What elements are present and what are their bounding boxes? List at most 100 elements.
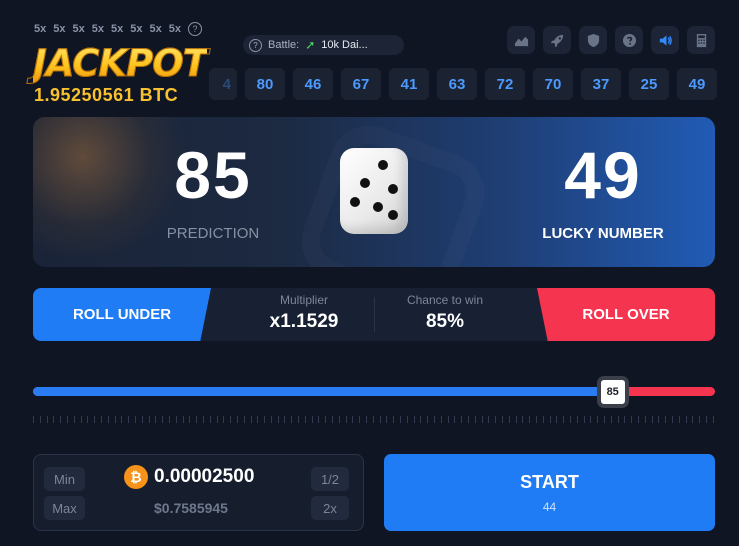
slider-tick [379, 416, 381, 423]
slider-tick [264, 416, 266, 423]
shield-icon [587, 33, 599, 47]
roll-history: 4 80 46 67 41 63 72 70 37 25 49 [209, 68, 717, 100]
slider-tick [535, 416, 537, 423]
slider-tick [359, 416, 361, 423]
roll-under-button[interactable]: ROLL UNDER [33, 288, 211, 341]
toolbar [507, 26, 715, 54]
slider-tick [87, 416, 89, 423]
bet-amount-value[interactable]: 0.00002500 [154, 466, 254, 488]
slider-tick [440, 416, 442, 423]
jackpot-logo: JACKPOT [33, 42, 209, 86]
help-button[interactable] [615, 26, 643, 54]
slider-tick [393, 416, 395, 423]
slider-tick [141, 416, 143, 423]
turbo-button[interactable] [543, 26, 571, 54]
slider-tick [529, 416, 531, 423]
slider-tick [508, 416, 510, 423]
start-button[interactable]: START 44 [384, 454, 715, 531]
history-item: 70 [533, 68, 573, 100]
sound-button[interactable] [651, 26, 679, 54]
jackpot-help-icon[interactable]: ? [188, 22, 202, 36]
slider-tick [128, 416, 130, 423]
slider-tick [678, 416, 680, 423]
history-item: 80 [245, 68, 285, 100]
slider-tick [427, 416, 429, 423]
slider-tick [216, 416, 218, 423]
chance-stat: Chance to win 85% [370, 293, 520, 333]
chart-icon [514, 36, 528, 46]
slider-tick [515, 416, 517, 423]
slider-tick [597, 416, 599, 423]
slider-tick [590, 416, 592, 423]
slider-tick [284, 416, 286, 423]
slider-tick [189, 416, 191, 423]
multiplier-label: Multiplier [279, 293, 328, 307]
multiplier-chip: 5x [72, 23, 85, 35]
slider-tick [481, 416, 483, 423]
slider-tick [658, 416, 660, 423]
chance-label: Chance to win [406, 293, 484, 307]
prediction-value: 85 [174, 138, 252, 212]
max-bet-button[interactable]: Max [44, 496, 85, 520]
stats-button[interactable] [507, 26, 535, 54]
dice-pip [388, 210, 398, 220]
slider-tick [488, 416, 490, 423]
slider-tick [352, 416, 354, 423]
bet-amount-box[interactable]: Min Max ₿ 0.00002500 $0.7585945 1/2 2x [33, 454, 364, 531]
slider-tick [637, 416, 639, 423]
calculator-icon [696, 33, 706, 47]
slider-tick [447, 416, 449, 423]
multiplier-chip: 5x [53, 23, 66, 35]
slider-tick [168, 416, 170, 423]
slider-tick [474, 416, 476, 423]
slider-tick [270, 416, 272, 423]
slider-tick [454, 416, 456, 423]
roll-over-button[interactable]: ROLL OVER [537, 288, 715, 341]
slider-tick [461, 416, 463, 423]
multiplier-value: x1.1529 [269, 311, 339, 332]
fairness-button[interactable] [579, 26, 607, 54]
slider-tick [583, 416, 585, 423]
half-bet-button[interactable]: 1/2 [311, 467, 349, 491]
slider-tick [100, 416, 102, 423]
prediction-label: PREDICTION [166, 225, 260, 242]
min-bet-button[interactable]: Min [44, 467, 85, 491]
slider-handle[interactable]: 85 [596, 376, 629, 408]
slider-tick [223, 416, 225, 423]
slider-tick [468, 416, 469, 423]
calculator-button[interactable] [687, 26, 715, 54]
volume-icon [659, 34, 672, 46]
slider-tick [617, 416, 619, 423]
rocket-icon [550, 34, 563, 47]
help-icon: ? [249, 38, 262, 52]
start-sub-value: 44 [542, 499, 557, 514]
slider-tick [651, 416, 653, 423]
slider-tick [66, 416, 68, 423]
slider-tick [434, 416, 436, 423]
slider-tick [542, 416, 544, 423]
dice-icon [340, 148, 408, 234]
slider-tick [603, 416, 605, 423]
battle-pill[interactable]: ? Battle: ➚ 10k Dai... [243, 35, 404, 55]
history-item: 49 [677, 68, 717, 100]
slider-tick [372, 416, 374, 423]
slider-tick [576, 416, 578, 423]
slider-tick [413, 416, 415, 423]
slider-tick [250, 416, 252, 423]
battle-value: 10k Dai... [321, 39, 368, 51]
slider-tick [345, 416, 347, 423]
slider-tick [631, 416, 633, 423]
slider-tick [624, 416, 626, 423]
double-bet-button[interactable]: 2x [311, 496, 349, 520]
slider-tick [366, 416, 368, 423]
slider-tick [610, 416, 612, 423]
jackpot-multipliers: 5x 5x 5x 5x 5x 5x 5x 5x ? [34, 22, 202, 36]
slider-tick [665, 416, 667, 423]
slider-under-fill [33, 387, 613, 396]
lucky-number-label: LUCKY NUMBER [542, 225, 664, 242]
slider-tick [291, 416, 293, 423]
slider-tick [420, 416, 422, 423]
slider-tick [196, 416, 198, 423]
slider-tick [569, 416, 571, 423]
slider-tick [522, 416, 524, 423]
